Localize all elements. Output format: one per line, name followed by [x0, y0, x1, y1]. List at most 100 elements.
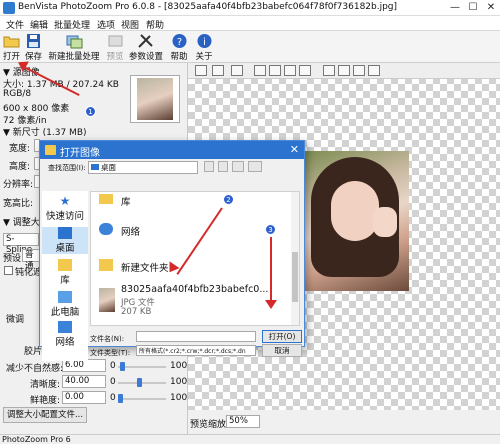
cancel-button[interactable]: 取消 [262, 344, 302, 357]
file-item-libraries[interactable]: 库 [99, 194, 299, 208]
batch-images-icon [66, 35, 82, 49]
view-menu-icon[interactable] [248, 161, 262, 172]
open-image-dialog: 打开图像 ✕ 查找范围(I): 桌面 ★ 快速访问 桌面 库 此电脑 网络 库 … [39, 140, 305, 361]
preview-photo [301, 151, 409, 291]
minimize-button[interactable]: — [448, 1, 462, 14]
horizontal-split-icon[interactable] [353, 65, 365, 76]
nav-network[interactable]: 网络 [42, 321, 88, 348]
reduce-slider-track[interactable] [118, 366, 166, 368]
crop-icon[interactable] [212, 65, 224, 76]
vertical-split-icon[interactable] [338, 65, 350, 76]
single-view-icon[interactable] [323, 65, 335, 76]
image-file-icon [99, 288, 115, 312]
vividness-input[interactable]: 0.00 [62, 391, 106, 404]
back-icon[interactable] [204, 161, 214, 172]
clarity-slider-track[interactable] [118, 382, 166, 384]
about-button[interactable]: i 关于 [194, 32, 214, 62]
aspect-label: 宽高比: [3, 199, 34, 209]
svg-text:?: ? [176, 37, 181, 48]
vividness-slider-track[interactable] [118, 398, 166, 400]
help-icon: ? [172, 34, 186, 48]
annotation-arrowhead-3 [265, 300, 277, 309]
folder-icon [99, 259, 113, 271]
window-title: BenVista PhotoZoom Pro 6.0.8 - [83025aaf… [18, 2, 398, 12]
clarity-slider-thumb[interactable] [137, 378, 142, 387]
help-button[interactable]: ? 帮助 [169, 32, 189, 62]
filename-input[interactable] [136, 331, 256, 342]
menu-options[interactable]: 选项 [97, 18, 115, 31]
menu-batch[interactable]: 批量处理 [54, 18, 90, 31]
menu-help[interactable]: 帮助 [146, 18, 164, 31]
filename-label: 文件名(N): [90, 335, 125, 343]
sharpen-checkbox[interactable] [4, 266, 13, 275]
tools-icon [138, 34, 153, 48]
file-list-scrollbar[interactable] [291, 192, 299, 325]
preview-button[interactable]: 预览 [105, 32, 125, 62]
status-bar: PhotoZoom Pro 6 [0, 434, 500, 444]
quad-view-icon[interactable] [368, 65, 380, 76]
new-folder-icon[interactable] [232, 161, 244, 172]
maximize-button[interactable]: ☐ [466, 1, 480, 14]
lookin-value: 桌面 [101, 163, 116, 172]
annotation-badge-2: 2 [223, 194, 234, 205]
star-icon: ★ [59, 194, 71, 208]
dialog-body: 查找范围(I): 桌面 ★ 快速访问 桌面 库 此电脑 网络 库 网络 新建文件… [40, 159, 304, 361]
frame-icon[interactable] [231, 65, 243, 76]
split-view-icon[interactable] [195, 65, 207, 76]
up-folder-icon[interactable] [218, 161, 228, 172]
info-icon: i [197, 34, 211, 48]
toolbar: 打开 保存 新建批量处理 预览 参数设置 ? 帮助 i 关于 [0, 31, 500, 63]
menu-view[interactable]: 视图 [121, 18, 139, 31]
zoom-label: 预览缩放: [190, 420, 230, 430]
clarity-input[interactable]: 40.00 [62, 375, 106, 388]
params-button[interactable]: 参数设置 [129, 32, 163, 62]
reduce-artifacts-label: 减少不自然感: [6, 364, 64, 374]
filetype-label: 文件类型(T): [90, 349, 131, 357]
dialog-app-icon [45, 145, 56, 155]
floppy-disk-icon [27, 34, 40, 48]
fine-tune-label: 微调 [6, 315, 25, 325]
app-icon [3, 2, 15, 14]
menu-bar: 文件 编辑 批量处理 选项 视图 帮助 [0, 16, 500, 31]
reduce-min: 0 [110, 361, 116, 371]
svg-text:i: i [203, 37, 206, 48]
new-batch-button[interactable]: 新建批量处理 [48, 32, 100, 62]
annotation-arrow-3 [270, 237, 272, 305]
fit-width-icon[interactable] [254, 65, 266, 76]
open-button[interactable]: 打开 [1, 32, 22, 62]
open-dialog-button[interactable]: 打开(O) [262, 330, 302, 343]
file-item-jpg[interactable]: 83025aafa40f4bfb23babefc0... JPG 文件 207 … [99, 284, 291, 322]
filetype-select[interactable]: 所有格式(*.cr2;*.crw;*.dcr;*.dcs;*.dn [136, 345, 256, 356]
nav-desktop[interactable]: 桌面 [42, 227, 88, 254]
reduce-slider-thumb[interactable] [120, 362, 125, 371]
zoom-select[interactable]: 50% [226, 415, 260, 428]
network-icon [58, 321, 72, 333]
save-button[interactable]: 保存 [23, 32, 44, 62]
rotate-left-icon[interactable] [284, 65, 296, 76]
menu-edit[interactable]: 编辑 [30, 18, 48, 31]
rotate-right-icon[interactable] [299, 65, 311, 76]
nav-quick-access[interactable]: ★ 快速访问 [42, 195, 88, 222]
source-thumbnail [130, 75, 180, 123]
close-button[interactable]: ✕ [484, 1, 498, 14]
reduce-max: 100 [170, 361, 188, 371]
lookin-select[interactable]: 桌面 [88, 161, 198, 174]
nav-libraries[interactable]: 库 [42, 259, 88, 286]
height-label: 高度: [9, 162, 31, 172]
clarity-min: 0 [110, 377, 116, 387]
dialog-title-bar: 打开图像 ✕ [40, 141, 304, 159]
preset-label: 预设: [3, 254, 25, 264]
fit-height-icon[interactable] [269, 65, 281, 76]
resolution-label: 分辨率: [3, 180, 34, 190]
method-select[interactable]: S-Spline [3, 233, 39, 255]
new-size-section-header[interactable]: ▼ 新尺寸 (1.37 MB) [3, 125, 87, 138]
menu-file[interactable]: 文件 [6, 18, 24, 31]
vividness-slider-thumb[interactable] [118, 394, 123, 403]
view-toolbar [188, 63, 500, 79]
vividness-label: 鲜艳度: [30, 396, 61, 406]
dialog-close-icon[interactable]: ✕ [290, 143, 299, 156]
nav-this-pc[interactable]: 此电脑 [42, 291, 88, 318]
preset-select[interactable]: 普通 [22, 249, 40, 271]
resize-profile-button[interactable]: 调整大小配置文件... [3, 407, 87, 423]
file-item-new-folder[interactable]: 新建文件夹 [99, 258, 299, 274]
